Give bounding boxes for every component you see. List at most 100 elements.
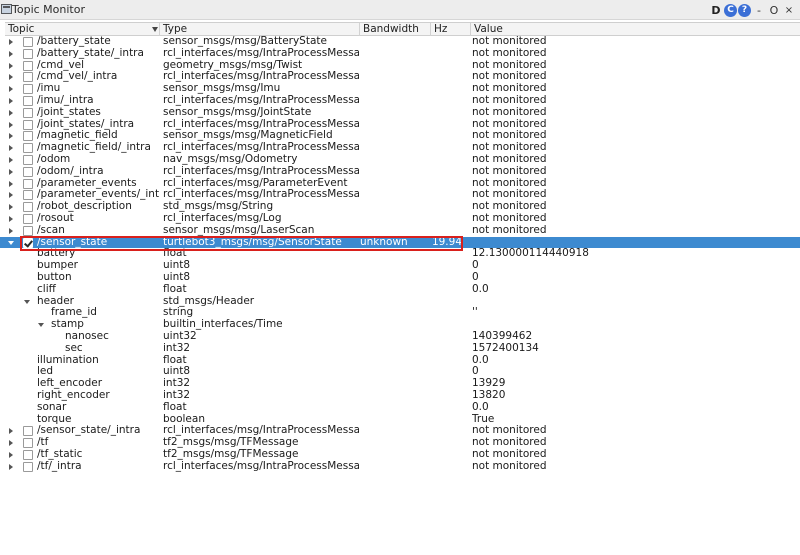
field-row[interactable]: cliff float 0.0 bbox=[0, 283, 800, 296]
topic-row[interactable]: /parameter_events/_intra rcl_interfaces/m… bbox=[0, 189, 800, 201]
expand-arrow-icon[interactable] bbox=[9, 227, 13, 234]
topic-row[interactable]: /cmd_vel geometry_msgs/msg/Twist not monit… bbox=[0, 60, 800, 72]
dock-button[interactable]: D bbox=[709, 3, 723, 17]
monitor-checkbox[interactable] bbox=[23, 166, 33, 177]
monitor-checkbox[interactable] bbox=[23, 178, 33, 189]
field-row[interactable]: left_encoder int32 13929 bbox=[0, 377, 800, 390]
topic-row[interactable]: /battery_state sensor_msgs/msg/BatterySta… bbox=[0, 36, 800, 48]
topic-row[interactable]: /odom/_intra rcl_interfaces/msg/IntraProc… bbox=[0, 166, 800, 178]
monitor-checkbox[interactable] bbox=[23, 202, 33, 213]
monitor-checkbox[interactable] bbox=[23, 449, 33, 460]
topic-row[interactable]: /scan sensor_msgs/msg/LaserScan not monito… bbox=[0, 225, 800, 237]
column-header-hz[interactable]: Hz bbox=[431, 23, 471, 36]
field-row[interactable]: nanosec uint32 140399462 bbox=[0, 330, 800, 343]
column-header-type[interactable]: Type bbox=[160, 23, 360, 36]
expand-arrow-icon[interactable] bbox=[9, 39, 13, 45]
topic-row[interactable]: /joint_states/_intra rcl_interfaces/msg/I… bbox=[0, 119, 800, 131]
monitor-checkbox[interactable] bbox=[23, 190, 33, 201]
field-value: '' bbox=[472, 307, 478, 319]
field-row[interactable]: header std_msgs/Header bbox=[0, 295, 800, 308]
expand-arrow-icon[interactable] bbox=[9, 74, 13, 81]
topic-row[interactable]: /sensor_state/_intra rcl_interfaces/msg/I… bbox=[0, 425, 800, 437]
field-row[interactable]: stamp builtin_interfaces/Time bbox=[0, 318, 800, 331]
topic-row[interactable]: /magnetic_field/_intra rcl_interfaces/msg… bbox=[0, 142, 800, 154]
topic-row[interactable]: /imu/_intra rcl_interfaces/msg/IntraProce… bbox=[0, 95, 800, 107]
field-row[interactable]: frame_id string '' bbox=[0, 307, 800, 319]
topic-row[interactable]: /parameter_events rcl_interfaces/msg/Para… bbox=[0, 178, 800, 190]
topic-row[interactable]: /magnetic_field sensor_msgs/msg/MagneticF… bbox=[0, 130, 800, 142]
monitor-checkbox[interactable] bbox=[23, 107, 33, 118]
expand-arrow-icon[interactable] bbox=[9, 168, 13, 175]
expand-arrow-icon[interactable] bbox=[9, 463, 13, 470]
topic-row[interactable]: /joint_states sensor_msgs/msg/JointState n… bbox=[0, 107, 800, 119]
minimize-button[interactable]: - bbox=[752, 3, 766, 17]
field-row[interactable]: bumper uint8 0 bbox=[0, 259, 800, 272]
collapse-arrow-icon[interactable] bbox=[38, 323, 44, 328]
topic-row[interactable]: /odom nav_msgs/msg/Odometry not monitored bbox=[0, 154, 800, 166]
topic-row[interactable]: /tf_static tf2_msgs/msg/TFMessage not moni… bbox=[0, 449, 800, 461]
field-row[interactable]: sonar float 0.0 bbox=[0, 401, 800, 414]
expand-arrow-icon[interactable] bbox=[9, 50, 13, 57]
expand-arrow-icon[interactable] bbox=[9, 215, 13, 222]
collapse-arrow-icon[interactable] bbox=[8, 240, 14, 245]
topic-value: not monitored bbox=[472, 448, 547, 460]
expand-arrow-icon[interactable] bbox=[9, 133, 13, 140]
monitor-checkbox[interactable] bbox=[23, 438, 33, 449]
expand-arrow-icon[interactable] bbox=[9, 428, 13, 435]
field-row[interactable]: led uint8 0 bbox=[0, 366, 800, 378]
monitor-checkbox[interactable] bbox=[23, 37, 33, 47]
column-header-topic[interactable]: Topic bbox=[5, 23, 160, 36]
help-button[interactable]: ? bbox=[738, 3, 751, 17]
topic-row-selected[interactable]: /sensor_state turtlebot3_msgs/msg/SensorS… bbox=[0, 236, 800, 249]
expand-arrow-icon[interactable] bbox=[9, 62, 13, 69]
expand-arrow-icon[interactable] bbox=[9, 145, 13, 152]
monitor-checkbox[interactable] bbox=[23, 461, 33, 472]
monitor-checkbox[interactable] bbox=[23, 154, 33, 165]
monitor-checkbox[interactable] bbox=[23, 213, 33, 224]
monitor-checkbox[interactable] bbox=[23, 84, 33, 95]
close-button[interactable]: × bbox=[782, 3, 796, 17]
topic-row[interactable]: /rosout rcl_interfaces/msg/Log not monitor… bbox=[0, 213, 800, 225]
collapse-arrow-icon[interactable] bbox=[24, 299, 30, 304]
monitor-checkbox-checked[interactable] bbox=[23, 237, 33, 248]
expand-arrow-icon[interactable] bbox=[9, 180, 13, 187]
monitor-checkbox[interactable] bbox=[23, 426, 33, 437]
field-row[interactable]: torque boolean True bbox=[0, 413, 800, 426]
monitor-checkbox[interactable] bbox=[23, 95, 33, 106]
expand-arrow-icon[interactable] bbox=[9, 97, 13, 104]
expand-arrow-icon[interactable] bbox=[9, 121, 13, 128]
field-row[interactable]: button uint8 0 bbox=[0, 271, 800, 284]
column-header-bandwidth[interactable]: Bandwidth bbox=[360, 23, 431, 36]
monitor-checkbox[interactable] bbox=[23, 131, 33, 142]
topic-row[interactable]: /cmd_vel/_intra rcl_interfaces/msg/IntraP… bbox=[0, 71, 800, 83]
column-header-value[interactable]: Value bbox=[471, 23, 800, 36]
reload-button[interactable]: C bbox=[724, 3, 737, 17]
topic-value: not monitored bbox=[472, 153, 547, 165]
monitor-checkbox[interactable] bbox=[23, 48, 33, 59]
monitor-checkbox[interactable] bbox=[23, 119, 33, 130]
topic-tree[interactable]: /battery_state sensor_msgs/msg/BatterySta… bbox=[0, 36, 800, 472]
topic-row[interactable]: /tf tf2_msgs/msg/TFMessage not monitored bbox=[0, 437, 800, 449]
field-row[interactable]: battery float 12.130000114440918 bbox=[0, 248, 800, 260]
monitor-checkbox[interactable] bbox=[23, 225, 33, 236]
topic-row[interactable]: /tf/_intra rcl_interfaces/msg/IntraProces… bbox=[0, 461, 800, 473]
expand-arrow-icon[interactable] bbox=[9, 440, 13, 447]
expand-arrow-icon[interactable] bbox=[9, 192, 13, 199]
field-row[interactable]: illumination float 0.0 bbox=[0, 354, 800, 367]
topic-row[interactable]: /battery_state/_intra rcl_interfaces/msg/… bbox=[0, 48, 800, 60]
monitor-checkbox[interactable] bbox=[23, 72, 33, 83]
expand-arrow-icon[interactable] bbox=[9, 451, 13, 458]
topic-row[interactable]: /robot_description std_msgs/msg/String not… bbox=[0, 201, 800, 213]
expand-arrow-icon[interactable] bbox=[9, 156, 13, 163]
topic-bandwidth: unknown bbox=[360, 236, 408, 248]
monitor-checkbox[interactable] bbox=[23, 143, 33, 154]
topic-name: /tf_static bbox=[37, 448, 83, 460]
options-button[interactable]: O bbox=[767, 3, 781, 17]
expand-arrow-icon[interactable] bbox=[9, 109, 13, 116]
expand-arrow-icon[interactable] bbox=[9, 204, 13, 211]
field-row[interactable]: sec int32 1572400134 bbox=[0, 342, 800, 355]
field-row[interactable]: right_encoder int32 13820 bbox=[0, 389, 800, 402]
topic-row[interactable]: /imu sensor_msgs/msg/Imu not monitored bbox=[0, 83, 800, 95]
expand-arrow-icon[interactable] bbox=[9, 86, 13, 93]
monitor-checkbox[interactable] bbox=[23, 60, 33, 71]
